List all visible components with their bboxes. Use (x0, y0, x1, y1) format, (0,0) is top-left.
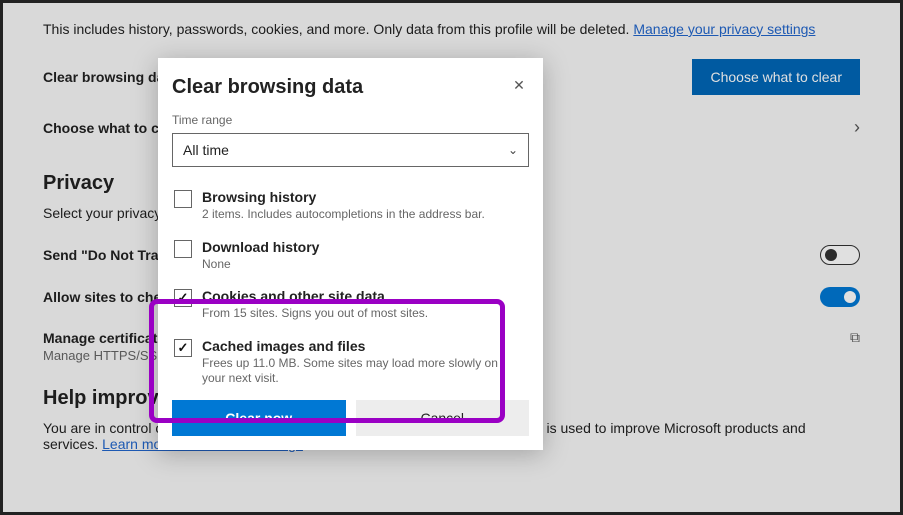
option-title: Download history (202, 239, 319, 255)
chevron-right-icon[interactable]: › (854, 117, 860, 138)
option-desc: Frees up 11.0 MB. Some sites may load mo… (202, 356, 523, 386)
option-title: Cookies and other site data (202, 288, 428, 304)
checkbox-download-history[interactable] (174, 240, 192, 258)
time-range-select[interactable]: All time ⌄ (172, 133, 529, 167)
time-range-label: Time range (172, 113, 529, 127)
time-range-value: All time (183, 142, 229, 158)
clear-now-button[interactable]: Clear now (172, 400, 346, 436)
chevron-down-icon: ⌄ (508, 143, 518, 157)
manage-certs-label: Manage certificates (43, 330, 173, 346)
dialog-title: Clear browsing data (172, 76, 363, 99)
option-desc: None (202, 257, 319, 273)
intro-text: This includes history, passwords, cookie… (43, 21, 860, 37)
dnt-toggle[interactable] (820, 245, 860, 265)
option-download-history: Download history None (172, 231, 525, 281)
checkbox-cached[interactable] (174, 339, 192, 357)
checkbox-cookies[interactable] (174, 289, 192, 307)
clear-browsing-data-dialog: Clear browsing data ✕ Time range All tim… (158, 58, 543, 450)
choose-what-to-clear-button[interactable]: Choose what to clear (692, 59, 860, 95)
close-icon[interactable]: ✕ (509, 76, 529, 96)
privacy-link[interactable]: Manage your privacy settings (633, 21, 815, 37)
option-title: Cached images and files (202, 338, 523, 354)
option-cookies: Cookies and other site data From 15 site… (172, 280, 525, 330)
option-title: Browsing history (202, 189, 485, 205)
option-desc: From 15 sites. Signs you out of most sit… (202, 306, 428, 322)
external-link-icon[interactable]: ⧉ (850, 329, 860, 346)
option-desc: 2 items. Includes autocompletions in the… (202, 207, 485, 223)
option-browsing-history: Browsing history 2 items. Includes autoc… (172, 181, 525, 231)
options-list[interactable]: Browsing history 2 items. Includes autoc… (172, 181, 529, 386)
cancel-button[interactable]: Cancel (356, 400, 530, 436)
allow-payment-toggle[interactable] (820, 287, 860, 307)
option-cached: Cached images and files Frees up 11.0 MB… (172, 330, 525, 386)
checkbox-browsing-history[interactable] (174, 190, 192, 208)
